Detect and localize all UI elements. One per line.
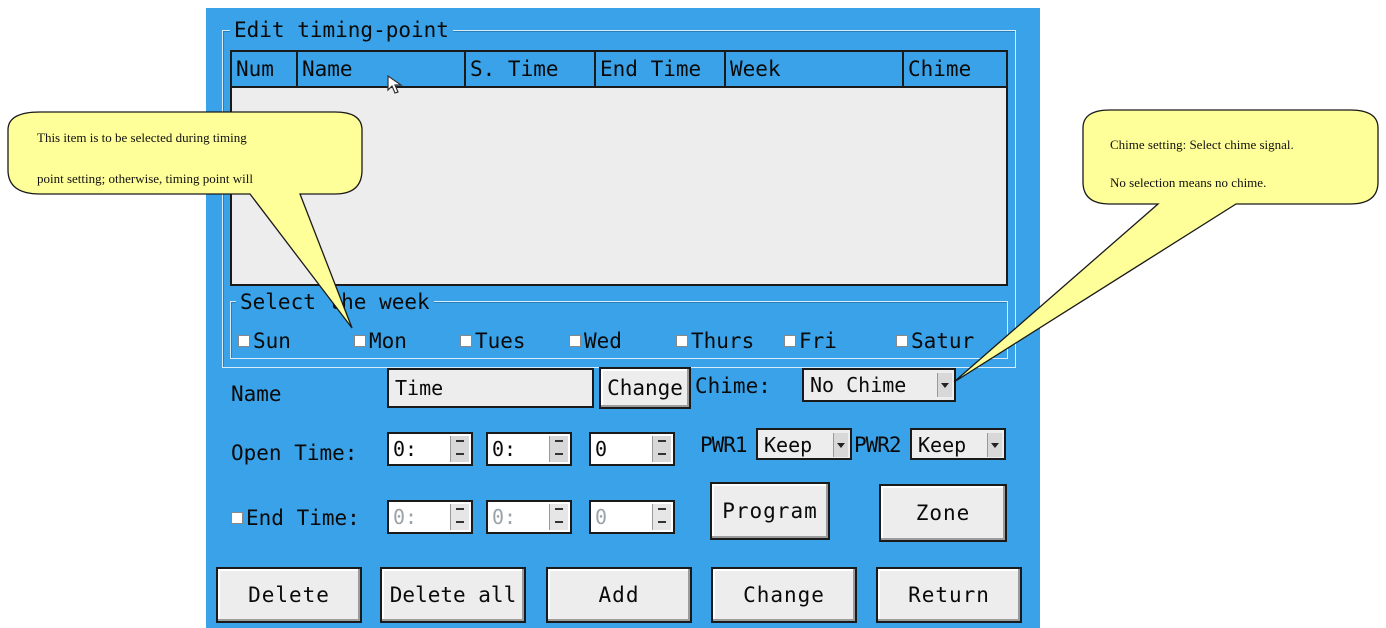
right-callout-line-1: Chime setting: Select chime signal. [1110,137,1294,152]
pwr2-select[interactable]: Keep [910,428,1006,460]
spinner-value: 0 [595,437,608,461]
end-time-checkbox[interactable]: End Time: [231,506,360,530]
add-button[interactable]: Add [546,567,692,623]
spinner-value: 0 [595,505,608,529]
return-button[interactable]: Return [876,567,1022,623]
column-header-start-time[interactable]: S. Time [466,52,596,86]
open-time-minute-spinner[interactable]: 0: [486,432,572,466]
checkbox-icon [896,335,908,347]
spinner-value: 0: [393,437,418,461]
pwr1-label: PWR1 [700,433,748,457]
column-header-name[interactable]: Name [298,52,466,86]
pwr2-label: PWR2 [854,433,902,457]
column-header-week[interactable]: Week [726,52,904,86]
name-change-button[interactable]: Change [599,367,691,409]
chevron-down-icon[interactable] [833,433,848,457]
pwr1-select-value: Keep [764,433,813,457]
spinner-arrows-icon[interactable] [549,504,568,530]
program-button[interactable]: Program [710,482,830,540]
column-header-end-time[interactable]: End Time [596,52,726,86]
spinner-value: 0: [492,437,517,461]
checkbox-icon [676,335,688,347]
week-day-label: Thurs [691,329,755,353]
end-time-hour-spinner[interactable]: 0: [387,500,473,534]
spinner-value: 0: [492,505,517,529]
open-time-hour-spinner[interactable]: 0: [387,432,473,466]
spinner-arrows-icon[interactable] [549,436,568,462]
column-header-chime[interactable]: Chime [904,52,1006,86]
pwr1-select[interactable]: Keep [756,428,852,460]
end-time-label: End Time: [246,506,360,530]
column-header-num[interactable]: Num [232,52,298,86]
end-time-second-spinner[interactable]: 0 [589,500,675,534]
name-label: Name [231,382,282,406]
week-checkbox-fri[interactable]: Fri [784,329,837,353]
right-callout-line-2: No selection means no chime. [1110,175,1267,190]
week-day-label: Fri [799,329,837,353]
week-day-label: Tues [475,329,526,353]
spinner-arrows-icon[interactable] [652,436,671,462]
spinner-arrows-icon[interactable] [450,504,469,530]
chime-label: Chime: [695,374,771,398]
week-checkbox-wed[interactable]: Wed [569,329,622,353]
spinner-value: 0: [393,505,418,529]
chime-select-value: No Chime [810,373,907,397]
week-day-label: Wed [584,329,622,353]
name-input[interactable]: Time [387,368,594,408]
spinner-arrows-icon[interactable] [450,436,469,462]
checkbox-icon [784,335,796,347]
chime-select[interactable]: No Chime [802,368,956,402]
week-checkbox-thurs[interactable]: Thurs [676,329,754,353]
mouse-pointer-icon [387,74,403,94]
table-header: Num Name S. Time End Time Week Chime [232,52,1006,88]
open-time-second-spinner[interactable]: 0 [589,432,675,466]
week-checkbox-tues[interactable]: Tues [460,329,526,353]
checkbox-icon [231,512,243,524]
checkbox-icon [460,335,472,347]
pwr2-select-value: Keep [918,433,967,457]
delete-all-button[interactable]: Delete all [380,567,526,623]
open-time-label: Open Time: [231,441,358,465]
delete-button[interactable]: Delete [216,567,362,623]
checkbox-icon [569,335,581,347]
left-callout-line-2: point setting; otherwise, timing point w… [37,171,253,186]
end-time-minute-spinner[interactable]: 0: [486,500,572,534]
spinner-arrows-icon[interactable] [652,504,671,530]
dialog-title: Edit timing-point [230,19,453,41]
chevron-down-icon[interactable] [987,433,1002,457]
left-callout-line-1: This item is to be selected during timin… [37,130,247,145]
change-button[interactable]: Change [711,567,857,623]
zone-button[interactable]: Zone [879,484,1007,542]
